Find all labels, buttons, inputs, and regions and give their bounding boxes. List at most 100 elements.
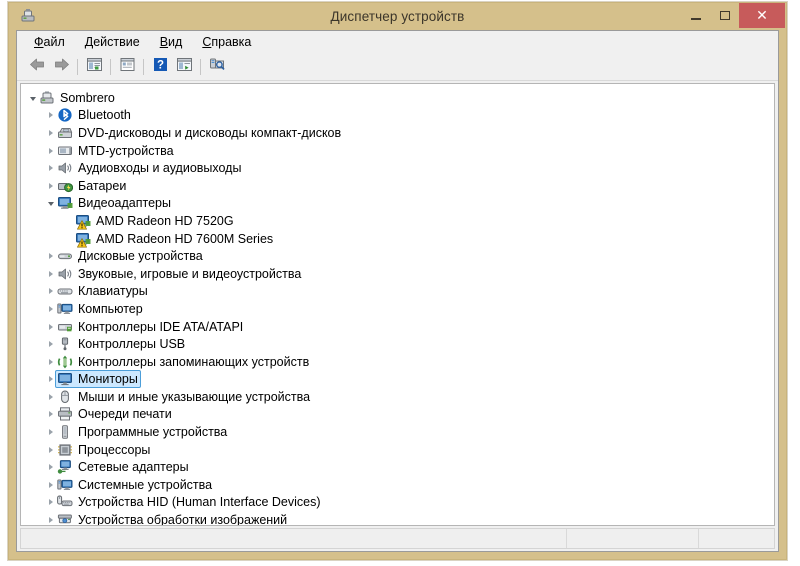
menu-accel-view: В <box>159 35 169 49</box>
tree-item[interactable]: DVD-дисководы и дисководы компакт-дисков <box>21 124 774 142</box>
tree-item[interactable]: Клавиатуры <box>21 283 774 301</box>
tree-item-content[interactable]: Контроллеры запоминающих устройств <box>57 354 309 370</box>
tree-item-content[interactable]: Дисковые устройства <box>57 248 203 264</box>
tree-item[interactable]: Устройства обработки изображений <box>21 511 774 525</box>
tree-item[interactable]: Очереди печати <box>21 406 774 424</box>
title-bar[interactable]: Диспетчер устройств ✕ <box>9 3 786 30</box>
minimize-icon <box>690 17 701 20</box>
help-button[interactable]: ? <box>148 56 172 78</box>
expand-arrow-icon[interactable] <box>45 268 56 279</box>
collapse-arrow-icon[interactable] <box>45 198 56 209</box>
tree-item-content[interactable]: Батареи <box>57 178 126 194</box>
tree-item-content[interactable]: Программные устройства <box>57 424 227 440</box>
tree-item-content[interactable]: Устройства обработки изображений <box>57 512 287 525</box>
menu-item-view[interactable]: Вид <box>151 33 192 51</box>
tree-item-content[interactable]: Видеоадаптеры <box>57 195 171 211</box>
tree-item[interactable]: Процессоры <box>21 441 774 459</box>
update-driver-button[interactable] <box>172 56 196 78</box>
expand-arrow-icon[interactable] <box>45 303 56 314</box>
expand-arrow-icon[interactable] <box>45 163 56 174</box>
tree-item[interactable]: Компьютер <box>21 300 774 318</box>
menu-item-file[interactable]: Файл <box>25 33 74 51</box>
tree-item[interactable]: Мыши и иные указывающие устройства <box>21 388 774 406</box>
expand-arrow-icon[interactable] <box>45 286 56 297</box>
mtd-device-icon <box>57 143 73 159</box>
tree-item[interactable]: Контроллеры IDE ATA/ATAPI <box>21 318 774 336</box>
tree-item-content[interactable]: Процессоры <box>57 442 150 458</box>
tree-item[interactable]: Дисковые устройства <box>21 247 774 265</box>
forward-button[interactable] <box>49 56 73 78</box>
tree-item[interactable]: Видеоадаптеры <box>21 195 774 213</box>
tree-item[interactable]: Сетевые адаптеры <box>21 458 774 476</box>
tree-item-label: Системные устройства <box>78 477 213 492</box>
expand-arrow-icon[interactable] <box>45 479 56 490</box>
tree-item-content[interactable]: Системные устройства <box>57 477 212 493</box>
tree-item[interactable]: AMD Radeon HD 7520G <box>21 212 774 230</box>
expand-arrow-icon[interactable] <box>45 409 56 420</box>
expand-arrow-icon[interactable] <box>45 356 56 367</box>
expand-arrow-icon[interactable] <box>45 321 56 332</box>
tree-item[interactable]: Контроллеры USB <box>21 335 774 353</box>
tree-item-content[interactable]: Контроллеры USB <box>57 336 185 352</box>
toolbar-separator <box>110 59 111 75</box>
menu-item-help[interactable]: Справка <box>193 33 260 51</box>
tree-item-content[interactable]: DVD-дисководы и дисководы компакт-дисков <box>57 125 341 141</box>
tree-item-content[interactable]: AMD Radeon HD 7600M Series <box>75 231 273 248</box>
expand-arrow-icon[interactable] <box>45 497 56 508</box>
tree-item-label: Программные устройства <box>78 425 228 440</box>
maximize-button[interactable] <box>710 3 739 28</box>
status-bar <box>20 528 775 549</box>
tree-item-content[interactable]: Клавиатуры <box>57 283 148 299</box>
tree-item-content[interactable]: Мыши и иные указывающие устройства <box>57 389 310 405</box>
tree-item-content[interactable]: Очереди печати <box>57 406 172 422</box>
tree-item[interactable]: Системные устройства <box>21 476 774 494</box>
expand-arrow-icon[interactable] <box>45 180 56 191</box>
expand-arrow-icon[interactable] <box>45 427 56 438</box>
tree-item[interactable]: Аудиовходы и аудиовыходы <box>21 159 774 177</box>
menu-item-action[interactable]: Действие <box>76 33 149 51</box>
tree-item-content[interactable]: Bluetooth <box>57 107 131 123</box>
back-button[interactable] <box>25 56 49 78</box>
tree-item[interactable]: Устройства HID (Human Interface Devices) <box>21 494 774 512</box>
tree-item-label: Контроллеры IDE ATA/ATAPI <box>78 319 244 334</box>
expand-arrow-icon[interactable] <box>45 515 56 525</box>
tree-item[interactable]: Bluetooth <box>21 107 774 125</box>
tree-item[interactable]: Sombrero <box>21 89 774 107</box>
tree-item-content[interactable]: MTD-устройства <box>57 143 174 159</box>
expand-arrow-icon[interactable] <box>45 462 56 473</box>
expand-arrow-icon[interactable] <box>45 110 56 121</box>
tree-item-content[interactable]: Аудиовходы и аудиовыходы <box>57 160 241 176</box>
tree-item-selected[interactable]: Мониторы <box>55 370 141 389</box>
usb-controller-icon <box>57 336 73 352</box>
update-driver-icon <box>176 57 193 77</box>
tree-item-content[interactable]: Сетевые адаптеры <box>57 459 189 475</box>
expand-arrow-icon[interactable] <box>45 145 56 156</box>
tree-item-content[interactable]: AMD Radeon HD 7520G <box>75 213 234 230</box>
tree-item-content[interactable]: Контроллеры IDE ATA/ATAPI <box>57 319 243 335</box>
show-hide-tree-button[interactable] <box>82 56 106 78</box>
tree-item-content[interactable]: Звуковые, игровые и видеоустройства <box>57 266 301 282</box>
scan-hardware-changes-icon <box>209 57 226 77</box>
tree-item-content[interactable]: Sombrero <box>39 90 115 106</box>
expand-arrow-icon[interactable] <box>45 339 56 350</box>
collapse-arrow-icon[interactable] <box>27 92 38 103</box>
tree-item-content[interactable]: Устройства HID (Human Interface Devices) <box>57 494 321 510</box>
expand-arrow-icon[interactable] <box>45 251 56 262</box>
minimize-button[interactable] <box>681 3 710 28</box>
expand-arrow-icon[interactable] <box>45 444 56 455</box>
tree-item[interactable]: AMD Radeon HD 7600M Series <box>21 230 774 248</box>
tree-item[interactable]: Программные устройства <box>21 423 774 441</box>
expand-arrow-icon[interactable] <box>45 391 56 402</box>
expand-arrow-icon[interactable] <box>45 127 56 138</box>
device-tree-panel[interactable]: Sombrero Bluetooth DVD-дисководы и дисково… <box>20 83 775 526</box>
tree-item[interactable]: Звуковые, игровые и видеоустройства <box>21 265 774 283</box>
status-pane-secondary <box>566 529 698 548</box>
tree-item[interactable]: Батареи <box>21 177 774 195</box>
tree-item-content[interactable]: Компьютер <box>57 301 143 317</box>
tree-item[interactable]: Контроллеры запоминающих устройств <box>21 353 774 371</box>
close-button[interactable]: ✕ <box>739 3 785 28</box>
tree-item[interactable]: MTD-устройства <box>21 142 774 160</box>
scan-hardware-button[interactable] <box>205 56 229 78</box>
tree-item[interactable]: Мониторы <box>21 370 774 389</box>
properties-button[interactable] <box>115 56 139 78</box>
